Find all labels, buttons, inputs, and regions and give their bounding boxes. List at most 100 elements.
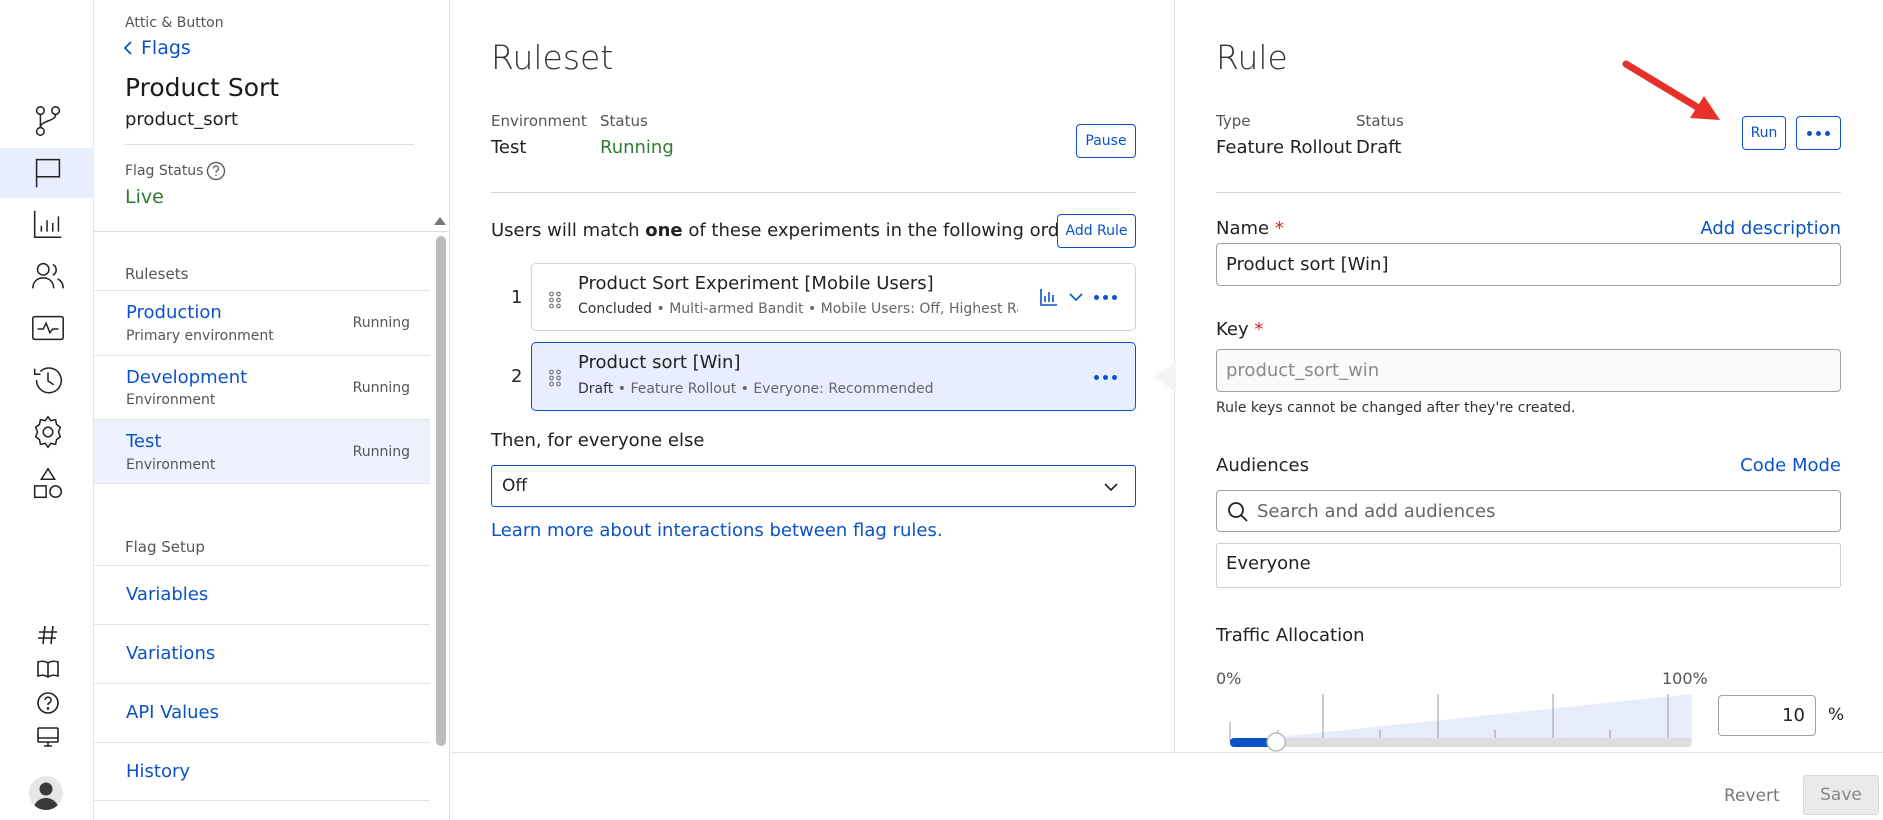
chevron-left-icon	[123, 41, 132, 55]
annotation-arrow-icon	[1622, 60, 1720, 120]
back-to-flags-link[interactable]: Flags	[123, 37, 191, 59]
help-icon[interactable]	[206, 161, 226, 181]
status-value: Running	[600, 137, 674, 158]
key-help-text: Rule keys cannot be changed after they'r…	[1216, 400, 1576, 416]
match-description: Users will match one of these experiment…	[491, 220, 1083, 241]
rule-card-mobile-experiment[interactable]: Product Sort Experiment [Mobile Users] C…	[531, 263, 1136, 331]
rule-index: 2	[511, 366, 523, 387]
ruleset-status: Running	[352, 315, 410, 331]
more-options-icon[interactable]	[1094, 375, 1117, 380]
scrollbar-thumb[interactable]	[436, 236, 446, 746]
divider	[491, 192, 1136, 193]
rule-meta: Concluded • Multi-armed Bandit • Mobile …	[578, 301, 1018, 317]
setup-item-history[interactable]: History	[94, 742, 430, 801]
setup-item-variables[interactable]: Variables	[94, 565, 430, 624]
name-label: Name *	[1216, 218, 1284, 239]
back-link-label: Flags	[141, 37, 191, 59]
results-chart-icon[interactable]	[1039, 287, 1059, 307]
add-rule-button[interactable]: Add Rule	[1057, 214, 1136, 248]
monitor-icon[interactable]	[22, 308, 74, 348]
action-footer: Revert Save	[451, 752, 1883, 820]
traffic-allocation-label: Traffic Allocation	[1216, 625, 1365, 646]
match-emphasis: one	[645, 220, 683, 241]
ruleset-sub: Environment	[126, 392, 216, 408]
type-label: Type	[1216, 112, 1251, 130]
else-selected-value: Off	[502, 476, 528, 496]
setup-item-label: Variations	[126, 643, 216, 664]
reports-icon[interactable]	[22, 204, 74, 244]
ruleset-sub: Environment	[126, 457, 216, 473]
rule-name-input[interactable]: Product sort [Win]	[1216, 243, 1841, 286]
flag-status-label: Flag Status	[125, 161, 226, 181]
rule-card-product-sort-win[interactable]: Product sort [Win] Draft • Feature Rollo…	[531, 342, 1136, 411]
save-button[interactable]: Save	[1803, 775, 1879, 815]
traffic-allocation-slider[interactable]	[1228, 690, 1698, 752]
key-label: Key *	[1216, 319, 1263, 340]
environment-value: Test	[491, 137, 527, 158]
drag-handle-icon[interactable]	[548, 369, 562, 387]
flag-name: Product Sort	[125, 73, 280, 102]
percent-unit: %	[1828, 705, 1845, 725]
audience-search-placeholder: Search and add audiences	[1257, 500, 1496, 522]
rule-state: Concluded	[578, 301, 653, 317]
else-label: Then, for everyone else	[491, 430, 705, 451]
run-button[interactable]: Run	[1742, 116, 1786, 150]
avatar[interactable]	[29, 776, 63, 810]
match-text: Users will match	[491, 220, 646, 241]
breadcrumb[interactable]: Attic & Button	[125, 15, 224, 31]
setup-item-variations[interactable]: Variations	[94, 624, 430, 683]
add-description-link[interactable]: Add description	[1700, 218, 1841, 239]
more-options-icon[interactable]	[1094, 295, 1117, 300]
rule-title: Rule	[1216, 38, 1288, 77]
chevron-down-icon[interactable]	[1068, 291, 1084, 303]
ruleset-item-test[interactable]: Test Environment Running	[94, 419, 430, 484]
rule-state: Draft	[578, 381, 614, 397]
setup-item-label: API Values	[126, 702, 220, 723]
scroll-up-arrow-icon[interactable]	[433, 216, 447, 226]
ruleset-item-development[interactable]: Development Environment Running	[94, 355, 430, 419]
status-label: Status	[600, 112, 648, 130]
setup-item-api-values[interactable]: API Values	[94, 683, 430, 742]
ruleset-panel: Ruleset Environment Test Status Running …	[451, 0, 1176, 752]
rulesets-heading: Rulesets	[125, 265, 189, 283]
ruleset-status: Running	[352, 444, 410, 460]
traffic-max-label: 100%	[1662, 669, 1708, 688]
pause-button[interactable]: Pause	[1076, 124, 1136, 158]
flag-status-label-text: Flag Status	[125, 163, 204, 179]
selected-audience-label: Everyone	[1226, 553, 1311, 574]
else-variation-select[interactable]: Off	[491, 465, 1136, 507]
audiences-icon[interactable]	[22, 256, 74, 296]
rule-key-input[interactable]: product_sort_win	[1216, 349, 1841, 392]
ruleset-sub: Primary environment	[126, 328, 274, 344]
revert-button[interactable]: Revert	[1724, 786, 1780, 806]
rule-title: Product sort [Win]	[578, 352, 741, 373]
desktop-icon[interactable]	[22, 717, 74, 757]
settings-icon[interactable]	[22, 412, 74, 452]
flow-icon[interactable]	[22, 101, 74, 141]
shapes-icon[interactable]	[22, 464, 74, 504]
drag-handle-icon[interactable]	[548, 291, 562, 309]
traffic-percent-value: 10	[1782, 705, 1805, 726]
setup-item-label: Variables	[126, 584, 209, 605]
history-icon[interactable]	[22, 360, 74, 400]
status-label: Status	[1356, 112, 1404, 130]
code-mode-link[interactable]: Code Mode	[1740, 455, 1841, 476]
app-rail	[0, 0, 94, 820]
learn-more-link[interactable]: Learn more about interactions between fl…	[491, 520, 943, 541]
rule-meta-text: • Feature Rollout • Everyone: Recommende…	[613, 381, 934, 397]
ruleset-status: Running	[352, 380, 410, 396]
ruleset-name: Development	[126, 367, 248, 388]
rule-more-button[interactable]	[1796, 116, 1841, 150]
audiences-label: Audiences	[1216, 455, 1309, 476]
flag-navigation: Attic & Button Flags Product Sort produc…	[94, 0, 450, 820]
ruleset-title: Ruleset	[491, 38, 614, 77]
ruleset-item-production[interactable]: Production Primary environment Running	[94, 290, 430, 355]
setup-item-label: History	[126, 761, 191, 782]
flag-icon[interactable]	[22, 152, 74, 192]
key-label-text: Key	[1216, 319, 1249, 340]
name-label-text: Name	[1216, 218, 1270, 239]
traffic-percent-input[interactable]: 10	[1718, 695, 1816, 736]
audience-search-input[interactable]: Search and add audiences	[1216, 490, 1841, 532]
flag-key: product_sort	[125, 109, 239, 130]
rule-name-value: Product sort [Win]	[1226, 254, 1389, 275]
